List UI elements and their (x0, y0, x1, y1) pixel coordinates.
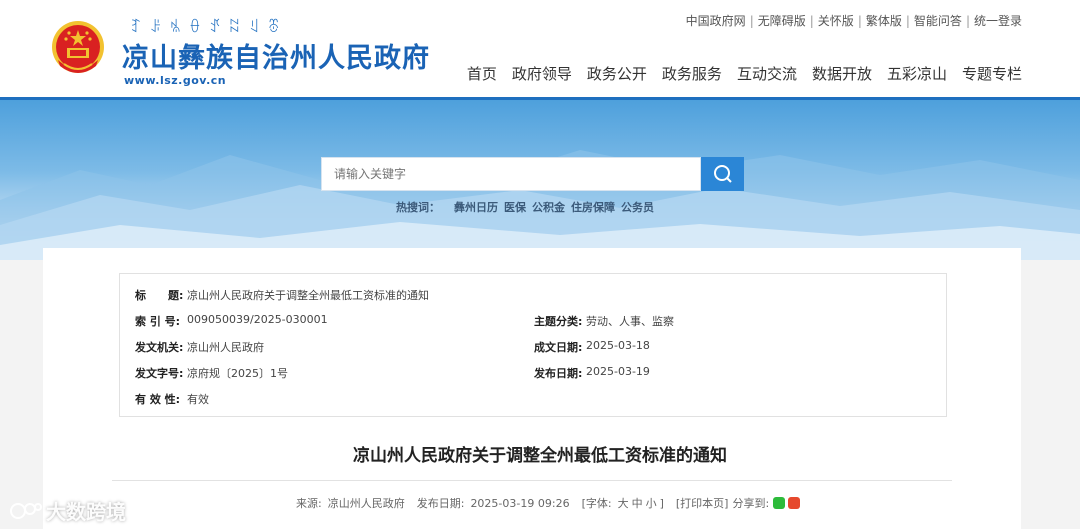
meta-row-validity: 有 效 性: 有效 (135, 391, 209, 407)
site-url: www.lsz.gov.cn (124, 74, 227, 87)
meta-row-docno: 发文字号: 凉府规〔2025〕1号 (135, 365, 288, 381)
meta-issuer-value: 凉山州人民政府 (187, 341, 264, 354)
date-value: 2025-03-19 09:26 (470, 496, 570, 510)
divider: | (905, 13, 910, 28)
nav-open-data[interactable]: 数据开放 (812, 63, 872, 84)
meta-topic-value: 劳动、人事、监察 (586, 315, 674, 328)
document-metadata: 标 题: 凉山州人民政府关于调整全州最低工资标准的通知 索 引 号: 00905… (119, 273, 947, 417)
divider: | (965, 13, 970, 28)
toplink-login[interactable]: 统一登录 (974, 12, 1022, 29)
meta-validity-value: 有效 (187, 393, 209, 406)
search-icon (713, 165, 732, 183)
watermark-logo-icon (10, 502, 42, 519)
watermark-text: 大数跨境 (46, 500, 126, 524)
meta-title-value: 凉山州人民政府关于调整全州最低工资标准的通知 (187, 289, 429, 302)
hot-word-item[interactable]: 彝州日历 (454, 199, 498, 215)
hot-words: 热搜词： 彝州日历 医保 公积金 住房保障 公务员 (396, 199, 654, 215)
weibo-icon[interactable] (788, 497, 801, 509)
site-header: ꆈꌠꁱꂷꀋꉆꆹꁨ 凉山彝族自治州人民政府 www.lsz.gov.cn 中国政府… (0, 0, 1080, 98)
hot-words-label: 热搜词： (396, 201, 440, 214)
national-emblem-icon (52, 21, 104, 73)
top-links: 中国政府网 | 无障碍版 | 关怀版 | 繁体版 | 智能问答 | 统一登录 (686, 12, 1022, 29)
source-label: 来源: (296, 497, 322, 510)
nav-colorful-liangshan[interactable]: 五彩凉山 (887, 63, 947, 84)
font-medium-button[interactable]: 中 (632, 495, 643, 511)
divider: | (809, 13, 814, 28)
divider: | (749, 13, 754, 28)
date-label: 发布日期: (416, 497, 465, 510)
hot-word-item[interactable]: 公务员 (621, 199, 654, 215)
meta-row-title: 标 题: 凉山州人民政府关于调整全州最低工资标准的通知 (135, 287, 429, 303)
meta-row-published: 发布日期: 2025-03-19 (534, 365, 650, 381)
article-info-bar: 来源: 凉山州人民政府 发布日期: 2025-03-19 09:26 [字体: … (296, 495, 801, 511)
meta-index-key: 索 引 号: (135, 315, 181, 328)
meta-row-formed: 成文日期: 2025-03-18 (534, 339, 650, 355)
yi-script-title: ꆈꌠꁱꂷꀋꉆꆹꁨ (130, 18, 288, 36)
font-large-button[interactable]: 大 (618, 495, 629, 511)
source-value: 凉山州人民政府 (327, 497, 405, 510)
toplink-gov-cn[interactable]: 中国政府网 (686, 12, 746, 29)
print-button[interactable]: [打印本页] (676, 495, 729, 511)
nav-home[interactable]: 首页 (467, 63, 497, 84)
site-name[interactable]: 凉山彝族自治州人民政府 (122, 36, 430, 75)
meta-row-index: 索 引 号: 009050039/2025-030001 (135, 313, 328, 329)
meta-issuer-key: 发文机关: (135, 341, 184, 354)
meta-published-key: 发布日期: (534, 367, 583, 380)
search-button[interactable] (701, 157, 744, 191)
meta-formed-key: 成文日期: (534, 341, 583, 354)
font-small-button[interactable]: 小 (646, 495, 657, 511)
meta-row-topic: 主题分类: 劳动、人事、监察 (534, 313, 674, 329)
nav-services[interactable]: 政务服务 (662, 63, 722, 84)
divider: | (857, 13, 862, 28)
search-box (321, 157, 701, 191)
font-size-close: ] (659, 496, 664, 510)
toplink-smart-qa[interactable]: 智能问答 (914, 12, 962, 29)
font-size-label: [字体: (581, 497, 612, 510)
nav-special-topics[interactable]: 专题专栏 (962, 63, 1022, 84)
nav-open-affairs[interactable]: 政务公开 (587, 63, 647, 84)
wechat-icon[interactable] (773, 497, 786, 509)
toplink-traditional[interactable]: 繁体版 (866, 12, 902, 29)
hot-word-item[interactable]: 公积金 (532, 199, 565, 215)
meta-row-issuer: 发文机关: 凉山州人民政府 (135, 339, 264, 355)
divider (112, 480, 952, 481)
watermark: 大数跨境 (8, 496, 126, 525)
toplink-care[interactable]: 关怀版 (818, 12, 854, 29)
meta-docno-key: 发文字号: (135, 367, 184, 380)
meta-docno-value: 凉府规〔2025〕1号 (187, 367, 288, 380)
meta-formed-value: 2025-03-18 (586, 339, 650, 352)
meta-topic-key: 主题分类: (534, 315, 583, 328)
meta-index-value: 009050039/2025-030001 (187, 313, 328, 326)
document-title: 凉山州人民政府关于调整全州最低工资标准的通知 (353, 446, 727, 466)
toplink-accessible[interactable]: 无障碍版 (758, 12, 806, 29)
share-label: 分享到: (732, 497, 770, 510)
meta-validity-key: 有 效 性: (135, 393, 181, 406)
hot-word-item[interactable]: 住房保障 (571, 199, 615, 215)
nav-leaders[interactable]: 政府领导 (512, 63, 572, 84)
mountain-background (0, 150, 1080, 260)
main-nav: 首页 政府领导 政务公开 政务服务 互动交流 数据开放 五彩凉山 专题专栏 (467, 63, 1022, 84)
nav-interaction[interactable]: 互动交流 (737, 63, 797, 84)
meta-title-key: 标 题: (135, 289, 184, 302)
meta-published-value: 2025-03-19 (586, 365, 650, 378)
hot-word-item[interactable]: 医保 (504, 199, 526, 215)
search-input[interactable] (322, 158, 700, 190)
